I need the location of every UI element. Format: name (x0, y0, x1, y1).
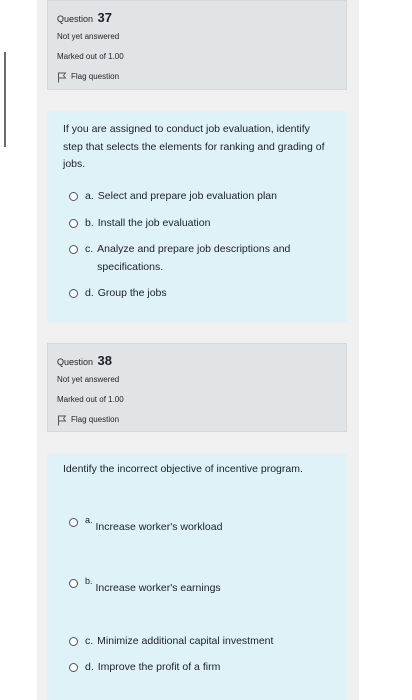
flag-icon (58, 415, 67, 425)
option-a[interactable]: a. Increase worker's workload (69, 514, 335, 537)
option-letter: c. (85, 635, 94, 647)
option-b[interactable]: b. Increase worker's earnings (69, 575, 335, 598)
option-d[interactable]: d. Group the jobs (69, 285, 335, 303)
option-b[interactable]: b. Install the job evaluation (69, 215, 335, 233)
question-38-content: Identify the incorrect objective of ince… (47, 453, 347, 700)
question-status: Not yet answered (57, 375, 120, 384)
flag-question-label: Flag question (71, 415, 120, 424)
radio-button[interactable] (69, 663, 78, 672)
option-text: Increase worker's workload (95, 521, 223, 533)
question-38-heading: Question 38 (57, 352, 337, 369)
window-edge-bar (4, 52, 6, 147)
option-letter: a. (85, 190, 94, 202)
option-letter: c. (85, 243, 94, 255)
option-letter: d. (85, 661, 94, 673)
flag-question-label: Flag question (71, 72, 120, 81)
option-text: Analyze and prepare job descriptions and… (97, 243, 291, 273)
option-letter: b. (85, 217, 94, 229)
radio-button[interactable] (69, 637, 78, 646)
option-letter: a. (85, 515, 93, 525)
radio-button[interactable] (69, 192, 78, 201)
option-text: Install the job evaluation (97, 217, 211, 229)
question-marks: Marked out of 1.00 (57, 395, 124, 404)
option-a[interactable]: a. Select and prepare job evaluation pla… (69, 188, 335, 206)
flag-question-link[interactable]: Flag question (57, 69, 337, 85)
radio-button[interactable] (69, 518, 78, 527)
question-37-content: If you are assigned to conduct job evalu… (47, 111, 347, 322)
question-37-info: Question 37 Not yet answered Marked out … (47, 0, 347, 90)
radio-button[interactable] (69, 219, 78, 228)
option-text: Increase worker's earnings (95, 582, 221, 594)
question-label: Question (57, 357, 94, 367)
option-d[interactable]: d. Improve the profit of a firm (69, 659, 335, 677)
option-letter: d. (85, 287, 94, 299)
option-letter: b. (85, 576, 93, 586)
option-text: Improve the profit of a firm (97, 661, 221, 673)
flag-icon (58, 72, 67, 82)
flag-question-link[interactable]: Flag question (57, 412, 337, 428)
option-text: Group the jobs (97, 287, 167, 299)
question-text: Identify the incorrect objective of ince… (63, 463, 303, 475)
question-status: Not yet answered (57, 32, 120, 41)
option-c[interactable]: c. Analyze and prepare job descriptions … (69, 241, 335, 276)
question-text: If you are assigned to conduct job evalu… (63, 123, 325, 170)
option-c[interactable]: c. Minimize additional capital investmen… (69, 633, 335, 651)
question-number: 37 (97, 10, 113, 25)
question-label: Question (57, 14, 94, 24)
question-37-heading: Question 37 (57, 9, 337, 26)
radio-button[interactable] (69, 579, 78, 588)
option-text: Select and prepare job evaluation plan (97, 190, 277, 202)
question-38-info: Question 38 Not yet answered Marked out … (47, 343, 347, 432)
question-marks: Marked out of 1.00 (57, 52, 124, 61)
radio-button[interactable] (69, 289, 78, 298)
option-text: Minimize additional capital investment (97, 635, 274, 647)
radio-button[interactable] (69, 245, 78, 254)
question-number: 38 (97, 353, 113, 368)
